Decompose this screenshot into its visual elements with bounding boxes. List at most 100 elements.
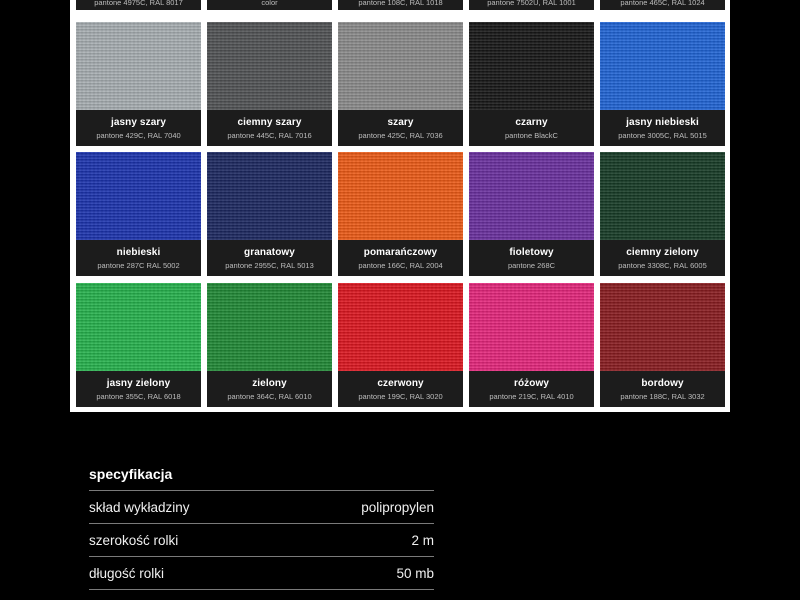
spec-label: szerokość rolki — [89, 532, 179, 548]
carpet-texture — [338, 22, 463, 110]
spec-value: 2 m — [411, 532, 434, 548]
swatch-pantone-code: pantone 108C, RAL 1018 — [358, 0, 443, 7]
spec-value: polipropylen — [361, 499, 434, 515]
carpet-texture — [76, 152, 201, 240]
color-swatch[interactable]: jasny szary pantone 429C, RAL 7040 — [76, 22, 201, 146]
specification-section: specyfikacja skład wykładziny polipropyl… — [89, 462, 434, 600]
color-swatch[interactable]: pantone 465C, RAL 1024 — [600, 0, 725, 10]
spec-label: długość rolki — [89, 565, 165, 581]
color-swatch[interactable]: granatowy pantone 2955C, RAL 5013 — [207, 152, 332, 276]
swatch-caption: granatowy pantone 2955C, RAL 5013 — [207, 240, 332, 276]
spec-label: skład wykładziny — [89, 499, 190, 515]
carpet-texture — [338, 152, 463, 240]
swatch-pantone-code: pantone 445C, RAL 7016 — [227, 130, 312, 140]
swatch-color-name: czerwony — [377, 377, 424, 389]
color-swatch[interactable]: niebieski pantone 287C RAL 5002 — [76, 152, 201, 276]
color-swatch[interactable]: pantone 7502U, RAL 1001 — [469, 0, 594, 10]
swatch-caption: color — [207, 0, 332, 10]
swatch-caption: szary pantone 425C, RAL 7036 — [338, 110, 463, 146]
carpet-texture — [469, 22, 594, 110]
swatch-caption: zielony pantone 364C, RAL 6010 — [207, 371, 332, 407]
swatch-caption: jasny szary pantone 429C, RAL 7040 — [76, 110, 201, 146]
swatch-caption: pantone 108C, RAL 1018 — [338, 0, 463, 10]
swatch-caption: różowy pantone 219C, RAL 4010 — [469, 371, 594, 407]
specification-title: specyfikacja — [89, 466, 173, 482]
swatch-pantone-code: pantone 429C, RAL 7040 — [96, 130, 181, 140]
swatch-pantone-code: pantone 287C RAL 5002 — [97, 260, 180, 270]
carpet-texture — [76, 22, 201, 110]
carpet-texture — [600, 283, 725, 371]
carpet-texture — [469, 152, 594, 240]
swatch-caption: pantone 465C, RAL 1024 — [600, 0, 725, 10]
swatch-color-name: zielony — [252, 377, 287, 389]
spec-row-material: skład wykładziny polipropylen — [89, 490, 434, 523]
color-swatch[interactable]: różowy pantone 219C, RAL 4010 — [469, 283, 594, 407]
swatch-color-name: jasny niebieski — [626, 116, 699, 128]
carpet-texture — [207, 283, 332, 371]
color-swatch[interactable]: fioletowy pantone 268C — [469, 152, 594, 276]
color-swatch[interactable]: pomarańczowy pantone 166C, RAL 2004 — [338, 152, 463, 276]
swatch-caption: pantone 4975C, RAL 8017 — [76, 0, 201, 10]
color-swatch[interactable]: zielony pantone 364C, RAL 6010 — [207, 283, 332, 407]
swatch-color-name: granatowy — [244, 246, 295, 258]
swatch-caption: pomarańczowy pantone 166C, RAL 2004 — [338, 240, 463, 276]
color-swatch[interactable]: czarny pantone BlackC — [469, 22, 594, 146]
color-swatch[interactable]: color — [207, 0, 332, 10]
swatch-pantone-code: pantone 2955C, RAL 5013 — [225, 260, 314, 270]
swatch-pantone-code: pantone 3308C, RAL 6005 — [618, 260, 707, 270]
carpet-texture — [600, 152, 725, 240]
spec-row-partial — [89, 589, 434, 600]
swatch-caption: czarny pantone BlackC — [469, 110, 594, 146]
spec-value: 50 mb — [396, 565, 434, 581]
swatch-color-name: jasny zielony — [106, 377, 171, 389]
swatch-pantone-code: pantone 364C, RAL 6010 — [227, 391, 312, 401]
swatch-pantone-code: pantone 3005C, RAL 5015 — [618, 130, 707, 140]
swatch-caption: ciemny szary pantone 445C, RAL 7016 — [207, 110, 332, 146]
color-palette-panel: pantone 4975C, RAL 8017 color pantone 108C… — [70, 0, 730, 412]
swatch-caption: bordowy pantone 188C, RAL 3032 — [600, 371, 725, 407]
swatch-pantone-code: pantone 355C, RAL 6018 — [96, 391, 181, 401]
swatch-caption: ciemny zielony pantone 3308C, RAL 6005 — [600, 240, 725, 276]
swatch-color-name: ciemny szary — [237, 116, 302, 128]
carpet-texture — [600, 22, 725, 110]
carpet-texture — [207, 152, 332, 240]
color-swatch[interactable]: ciemny szary pantone 445C, RAL 7016 — [207, 22, 332, 146]
swatch-pantone-code: pantone 4975C, RAL 8017 — [94, 0, 183, 7]
swatch-pantone-code: pantone 199C, RAL 3020 — [358, 391, 443, 401]
swatch-color-name: czarny — [515, 116, 548, 128]
swatch-color-name: różowy — [513, 377, 550, 389]
swatch-pantone-code: pantone 268C — [507, 260, 556, 270]
spec-row-width: szerokość rolki 2 m — [89, 523, 434, 556]
carpet-texture — [76, 283, 201, 371]
color-swatch[interactable]: czerwony pantone 199C, RAL 3020 — [338, 283, 463, 407]
color-swatch[interactable]: jasny niebieski pantone 3005C, RAL 5015 — [600, 22, 725, 146]
swatch-color-name: pomarańczowy — [363, 246, 438, 258]
color-swatch[interactable]: pantone 4975C, RAL 8017 — [76, 0, 201, 10]
swatch-pantone-code: pantone BlackC — [505, 130, 558, 140]
swatch-pantone-code: pantone 188C, RAL 3032 — [620, 391, 705, 401]
swatch-color-name: niebieski — [116, 246, 161, 258]
spec-row-length: długość rolki 50 mb — [89, 556, 434, 589]
swatch-pantone-code: pantone 219C, RAL 4010 — [489, 391, 574, 401]
swatch-caption: czerwony pantone 199C, RAL 3020 — [338, 371, 463, 407]
swatch-pantone-code: pantone 465C, RAL 1024 — [620, 0, 705, 7]
swatch-caption: fioletowy pantone 268C — [469, 240, 594, 276]
carpet-texture — [469, 283, 594, 371]
swatch-caption: niebieski pantone 287C RAL 5002 — [76, 240, 201, 276]
swatch-color-name: ciemny zielony — [626, 246, 699, 258]
color-swatch[interactable]: ciemny zielony pantone 3308C, RAL 6005 — [600, 152, 725, 276]
swatch-color-name: bordowy — [641, 377, 684, 389]
swatch-pantone-code: pantone 166C, RAL 2004 — [358, 260, 443, 270]
color-swatch[interactable]: szary pantone 425C, RAL 7036 — [338, 22, 463, 146]
swatch-color-name: fioletowy — [509, 246, 554, 258]
color-swatch[interactable]: bordowy pantone 188C, RAL 3032 — [600, 283, 725, 407]
swatch-caption: pantone 7502U, RAL 1001 — [469, 0, 594, 10]
carpet-texture — [207, 22, 332, 110]
swatch-pantone-code: pantone 7502U, RAL 1001 — [487, 0, 576, 7]
color-swatch[interactable]: jasny zielony pantone 355C, RAL 6018 — [76, 283, 201, 407]
color-swatch[interactable]: pantone 108C, RAL 1018 — [338, 0, 463, 10]
swatch-pantone-code: pantone 425C, RAL 7036 — [358, 130, 443, 140]
swatch-color-name: szary — [387, 116, 414, 128]
swatch-pantone-code: color — [261, 0, 278, 7]
swatch-caption: jasny zielony pantone 355C, RAL 6018 — [76, 371, 201, 407]
